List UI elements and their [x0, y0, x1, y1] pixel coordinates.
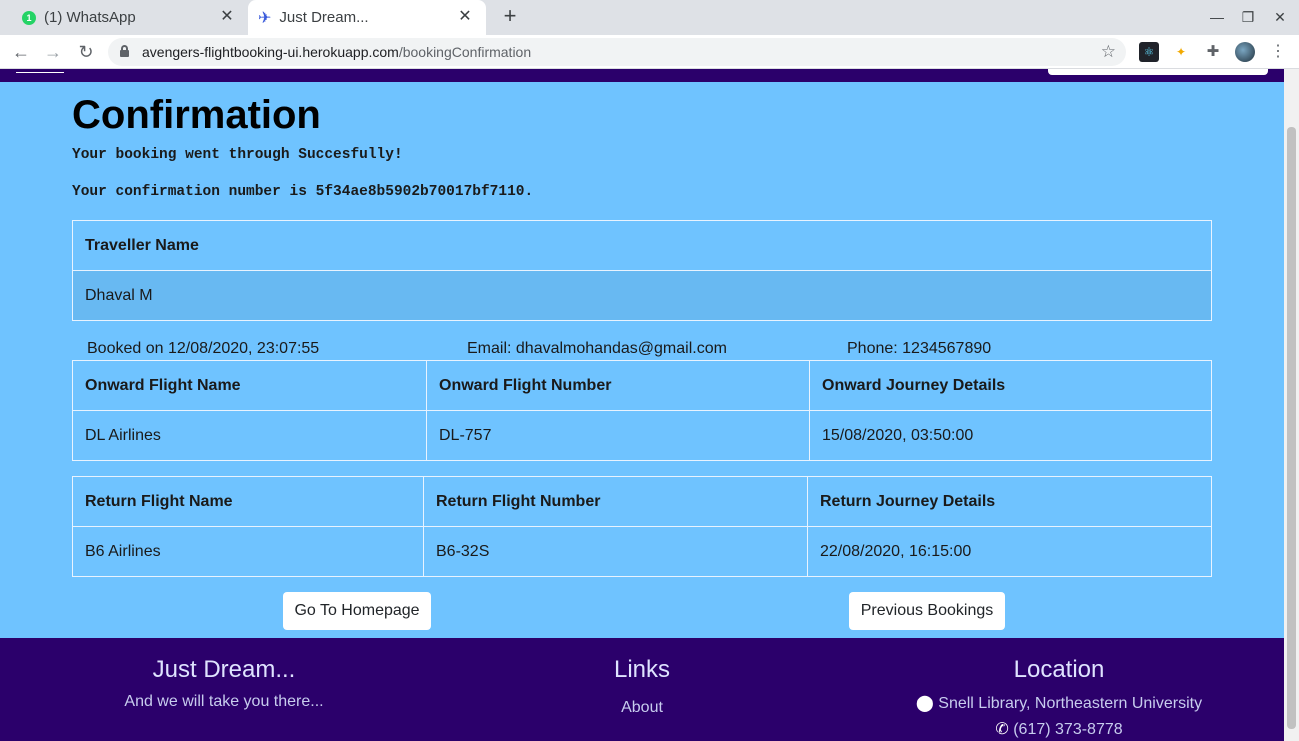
footer-tagline: And we will take you there...: [124, 693, 324, 710]
table-row: Return Flight Name Return Flight Number …: [72, 476, 1212, 527]
close-icon[interactable]: ✕: [456, 8, 474, 26]
nav-brand-underline: [16, 72, 64, 73]
url-path: /bookingConfirmation: [398, 44, 532, 60]
table-row: DL Airlines DL-757 15/08/2020, 03:50:00: [72, 410, 1212, 461]
lock-icon: [120, 45, 129, 57]
traveller-table: Traveller Name Dhaval M: [72, 220, 1212, 321]
onward-flight-table: Onward Flight Name Onward Flight Number …: [72, 360, 1212, 461]
footer-links-title: Links: [613, 656, 671, 683]
menu-icon[interactable]: ⋮: [1268, 42, 1288, 62]
site-navbar: [0, 69, 1284, 82]
close-window-icon[interactable]: ✕: [1270, 8, 1290, 26]
new-tab-button[interactable]: +: [498, 5, 522, 29]
react-devtools-icon[interactable]: ⚛: [1139, 42, 1159, 62]
footer-phone-text: (617) 373-8778: [1013, 721, 1123, 738]
url-text[interactable]: avengers-flightbooking-ui.herokuapp.com/…: [142, 44, 531, 60]
browser-toolbar: ← → ↻ avengers-flightbooking-ui.herokuap…: [0, 35, 1299, 69]
puzzle-icon[interactable]: ✚: [1203, 42, 1223, 62]
onward-flight-number-header: Onward Flight Number: [426, 360, 810, 411]
tab-title: Just Dream...: [279, 9, 369, 26]
return-flight-number: B6-32S: [423, 526, 808, 577]
return-journey-header: Return Journey Details: [807, 476, 1212, 527]
return-flight-name-header: Return Flight Name: [72, 476, 424, 527]
forward-arrow-icon[interactable]: →: [42, 41, 64, 63]
return-flight-table: Return Flight Name Return Flight Number …: [72, 476, 1212, 577]
footer-address-text: Snell Library, Northeastern University: [938, 695, 1203, 712]
traveller-name: Dhaval M: [72, 270, 1212, 321]
phone: Phone: 1234567890: [847, 340, 992, 357]
return-flight-name: B6 Airlines: [72, 526, 424, 577]
scrollbar-thumb[interactable]: [1287, 127, 1296, 729]
onward-flight-name: DL Airlines: [72, 410, 427, 461]
table-row: Onward Flight Name Onward Flight Number …: [72, 360, 1212, 411]
tab-title: (1) WhatsApp: [44, 9, 136, 26]
site-footer: Just Dream... And we will take you there…: [0, 638, 1284, 741]
footer-location-title: Location: [1013, 656, 1105, 683]
restore-icon[interactable]: ❐: [1238, 8, 1258, 26]
bookmark-star-icon[interactable]: ☆: [1101, 42, 1116, 62]
tab-just-dream[interactable]: ✈ Just Dream... ✕: [248, 0, 486, 35]
tab-whatsapp[interactable]: 1 (1) WhatsApp ✕: [8, 0, 248, 35]
onward-flight-name-header: Onward Flight Name: [72, 360, 427, 411]
email: Email: dhavalmohandas@gmail.com: [467, 340, 727, 357]
return-journey-details: 22/08/2020, 16:15:00: [807, 526, 1212, 577]
airplane-icon: ✈: [258, 9, 272, 27]
footer-phone: ✆ (617) 373-8778: [894, 719, 1224, 739]
page-scrollbar[interactable]: [1284, 69, 1299, 741]
onward-journey-header: Onward Journey Details: [809, 360, 1212, 411]
footer-location: Location ⬤ Snell Library, Northeastern U…: [894, 638, 1224, 739]
footer-links: Links About: [542, 638, 742, 717]
url-host: avengers-flightbooking-ui.herokuapp.com: [142, 44, 399, 60]
footer-brand-title: Just Dream...: [152, 656, 296, 683]
extension-icon[interactable]: ✦: [1171, 42, 1191, 62]
footer-brand: Just Dream... And we will take you there…: [74, 638, 374, 711]
table-row: B6 Airlines B6-32S 22/08/2020, 16:15:00: [72, 526, 1212, 577]
confirmation-number: Your confirmation number is 5f34ae8b5902…: [72, 184, 534, 200]
address-bar[interactable]: avengers-flightbooking-ui.herokuapp.com/…: [108, 38, 1126, 66]
minimize-icon[interactable]: —: [1207, 8, 1227, 26]
browser-tab-bar: 1 (1) WhatsApp ✕ ✈ Just Dream... ✕ + — ❐…: [0, 0, 1299, 35]
footer-link-about[interactable]: About: [542, 699, 742, 717]
success-message: Your booking went through Succesfully!: [72, 147, 403, 163]
go-to-homepage-button[interactable]: Go To Homepage: [283, 592, 431, 630]
return-flight-number-header: Return Flight Number: [423, 476, 808, 527]
traveller-header: Traveller Name: [72, 220, 1212, 271]
nav-search-box[interactable]: [1048, 69, 1268, 75]
onward-flight-number: DL-757: [426, 410, 810, 461]
booked-on: Booked on 12/08/2020, 23:07:55: [87, 340, 320, 357]
avatar[interactable]: [1235, 42, 1255, 62]
onward-journey-details: 15/08/2020, 03:50:00: [809, 410, 1212, 461]
reload-icon[interactable]: ↻: [75, 41, 97, 63]
map-marker-icon: ⬤: [915, 695, 934, 712]
page-title: Confirmation: [72, 93, 321, 137]
back-arrow-icon[interactable]: ←: [10, 41, 32, 63]
phone-icon: ✆: [995, 721, 1009, 738]
footer-address: ⬤ Snell Library, Northeastern University: [894, 693, 1224, 713]
previous-bookings-button[interactable]: Previous Bookings: [849, 592, 1005, 630]
page-viewport: Confirmation Your booking went through S…: [0, 69, 1284, 741]
whatsapp-icon: 1: [22, 10, 36, 25]
close-icon[interactable]: ✕: [218, 8, 236, 26]
